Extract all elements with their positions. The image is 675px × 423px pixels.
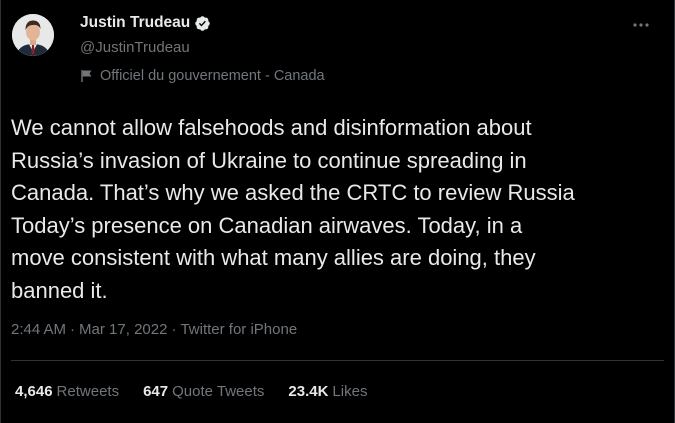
more-options-button[interactable] — [629, 14, 653, 34]
separator: · — [171, 321, 177, 338]
tweet-text: We cannot allow falsehoods and disinform… — [11, 115, 575, 303]
retweets-label: Retweets — [56, 383, 120, 400]
left-border — [0, 0, 1, 423]
quote-tweets-label: Quote Tweets — [172, 383, 265, 400]
quote-tweets-stat[interactable]: 647 Quote Tweets — [143, 382, 264, 402]
quote-tweets-count: 647 — [143, 383, 169, 400]
government-label: Officiel du gouvernement - Canada — [80, 66, 325, 86]
tweet-time[interactable]: 2:44 AM — [11, 320, 66, 340]
retweets-count: 4,646 — [15, 383, 53, 400]
retweets-stat[interactable]: 4,646 Retweets — [15, 382, 119, 402]
tweet-card: Justin Trudeau @JustinTrudeau Officiel d… — [0, 0, 675, 423]
author-handle[interactable]: @JustinTrudeau — [80, 38, 190, 58]
tweet-source[interactable]: Twitter for iPhone — [180, 320, 297, 340]
likes-label: Likes — [332, 383, 368, 400]
verified-badge-icon — [194, 15, 211, 32]
tweet-date[interactable]: Mar 17, 2022 — [79, 320, 167, 340]
avatar[interactable] — [12, 14, 54, 56]
author-name-row: Justin Trudeau — [80, 12, 211, 34]
tweet-metadata: 2:44 AM · Mar 17, 2022 · Twitter for iPh… — [11, 320, 297, 340]
likes-stat[interactable]: 23.4K Likes — [288, 382, 367, 402]
government-label-text: Officiel du gouvernement - Canada — [100, 68, 325, 84]
engagement-stats: 4,646 Retweets 647 Quote Tweets 23.4K Li… — [15, 382, 367, 402]
separator: · — [70, 321, 76, 338]
likes-count: 23.4K — [288, 383, 329, 400]
divider — [11, 360, 664, 361]
more-horizontal-icon — [632, 15, 650, 33]
author-display-name[interactable]: Justin Trudeau — [80, 13, 190, 33]
flag-icon — [80, 69, 94, 83]
